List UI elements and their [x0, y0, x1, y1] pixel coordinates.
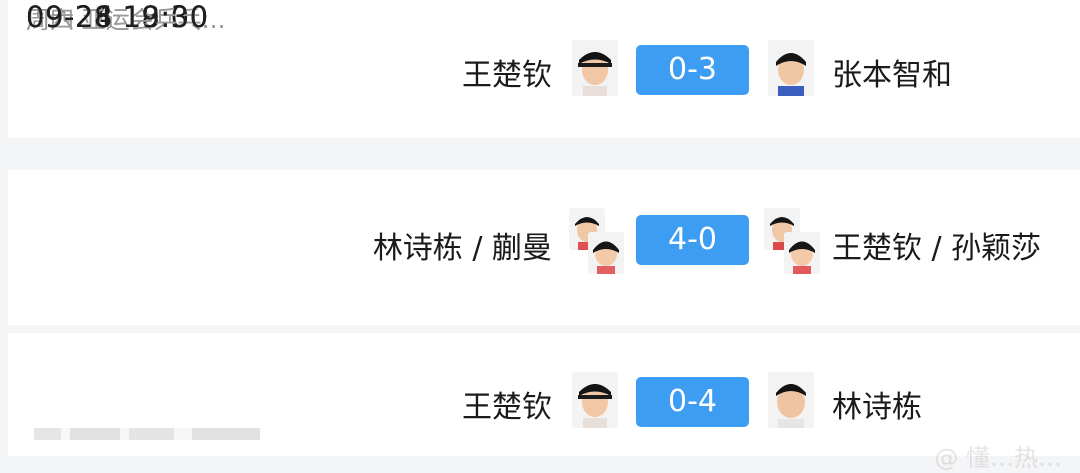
- right-player-avatar[interactable]: [768, 372, 814, 428]
- match-list: 09-24 18:00 周四 亚运会乒乓… 王楚钦 0-3 张本智和 09-26…: [0, 0, 1080, 472]
- score-badge[interactable]: 0-3: [636, 45, 749, 95]
- left-player-name[interactable]: 王楚钦: [252, 50, 552, 94]
- left-player-name[interactable]: 林诗栋 / 蒯曼: [252, 223, 552, 267]
- right-player-name[interactable]: 王楚钦 / 孙颖莎: [832, 223, 1072, 267]
- right-player-name[interactable]: 张本智和: [832, 50, 1072, 94]
- right-player-avatar[interactable]: [768, 40, 814, 96]
- right-player-name[interactable]: 林诗栋: [832, 382, 1072, 426]
- left-player-name[interactable]: 王楚钦: [252, 382, 552, 426]
- left-player-avatar[interactable]: [572, 40, 618, 96]
- score-badge[interactable]: 0-4: [636, 377, 749, 427]
- left-player-avatar[interactable]: [572, 372, 618, 428]
- match-subtitle-obscured: [34, 428, 260, 440]
- right-player-avatar[interactable]: [784, 232, 820, 274]
- match-datetime: 09-28 19:30: [26, 0, 209, 34]
- left-player-avatar[interactable]: [588, 232, 624, 274]
- score-badge[interactable]: 4-0: [636, 215, 749, 265]
